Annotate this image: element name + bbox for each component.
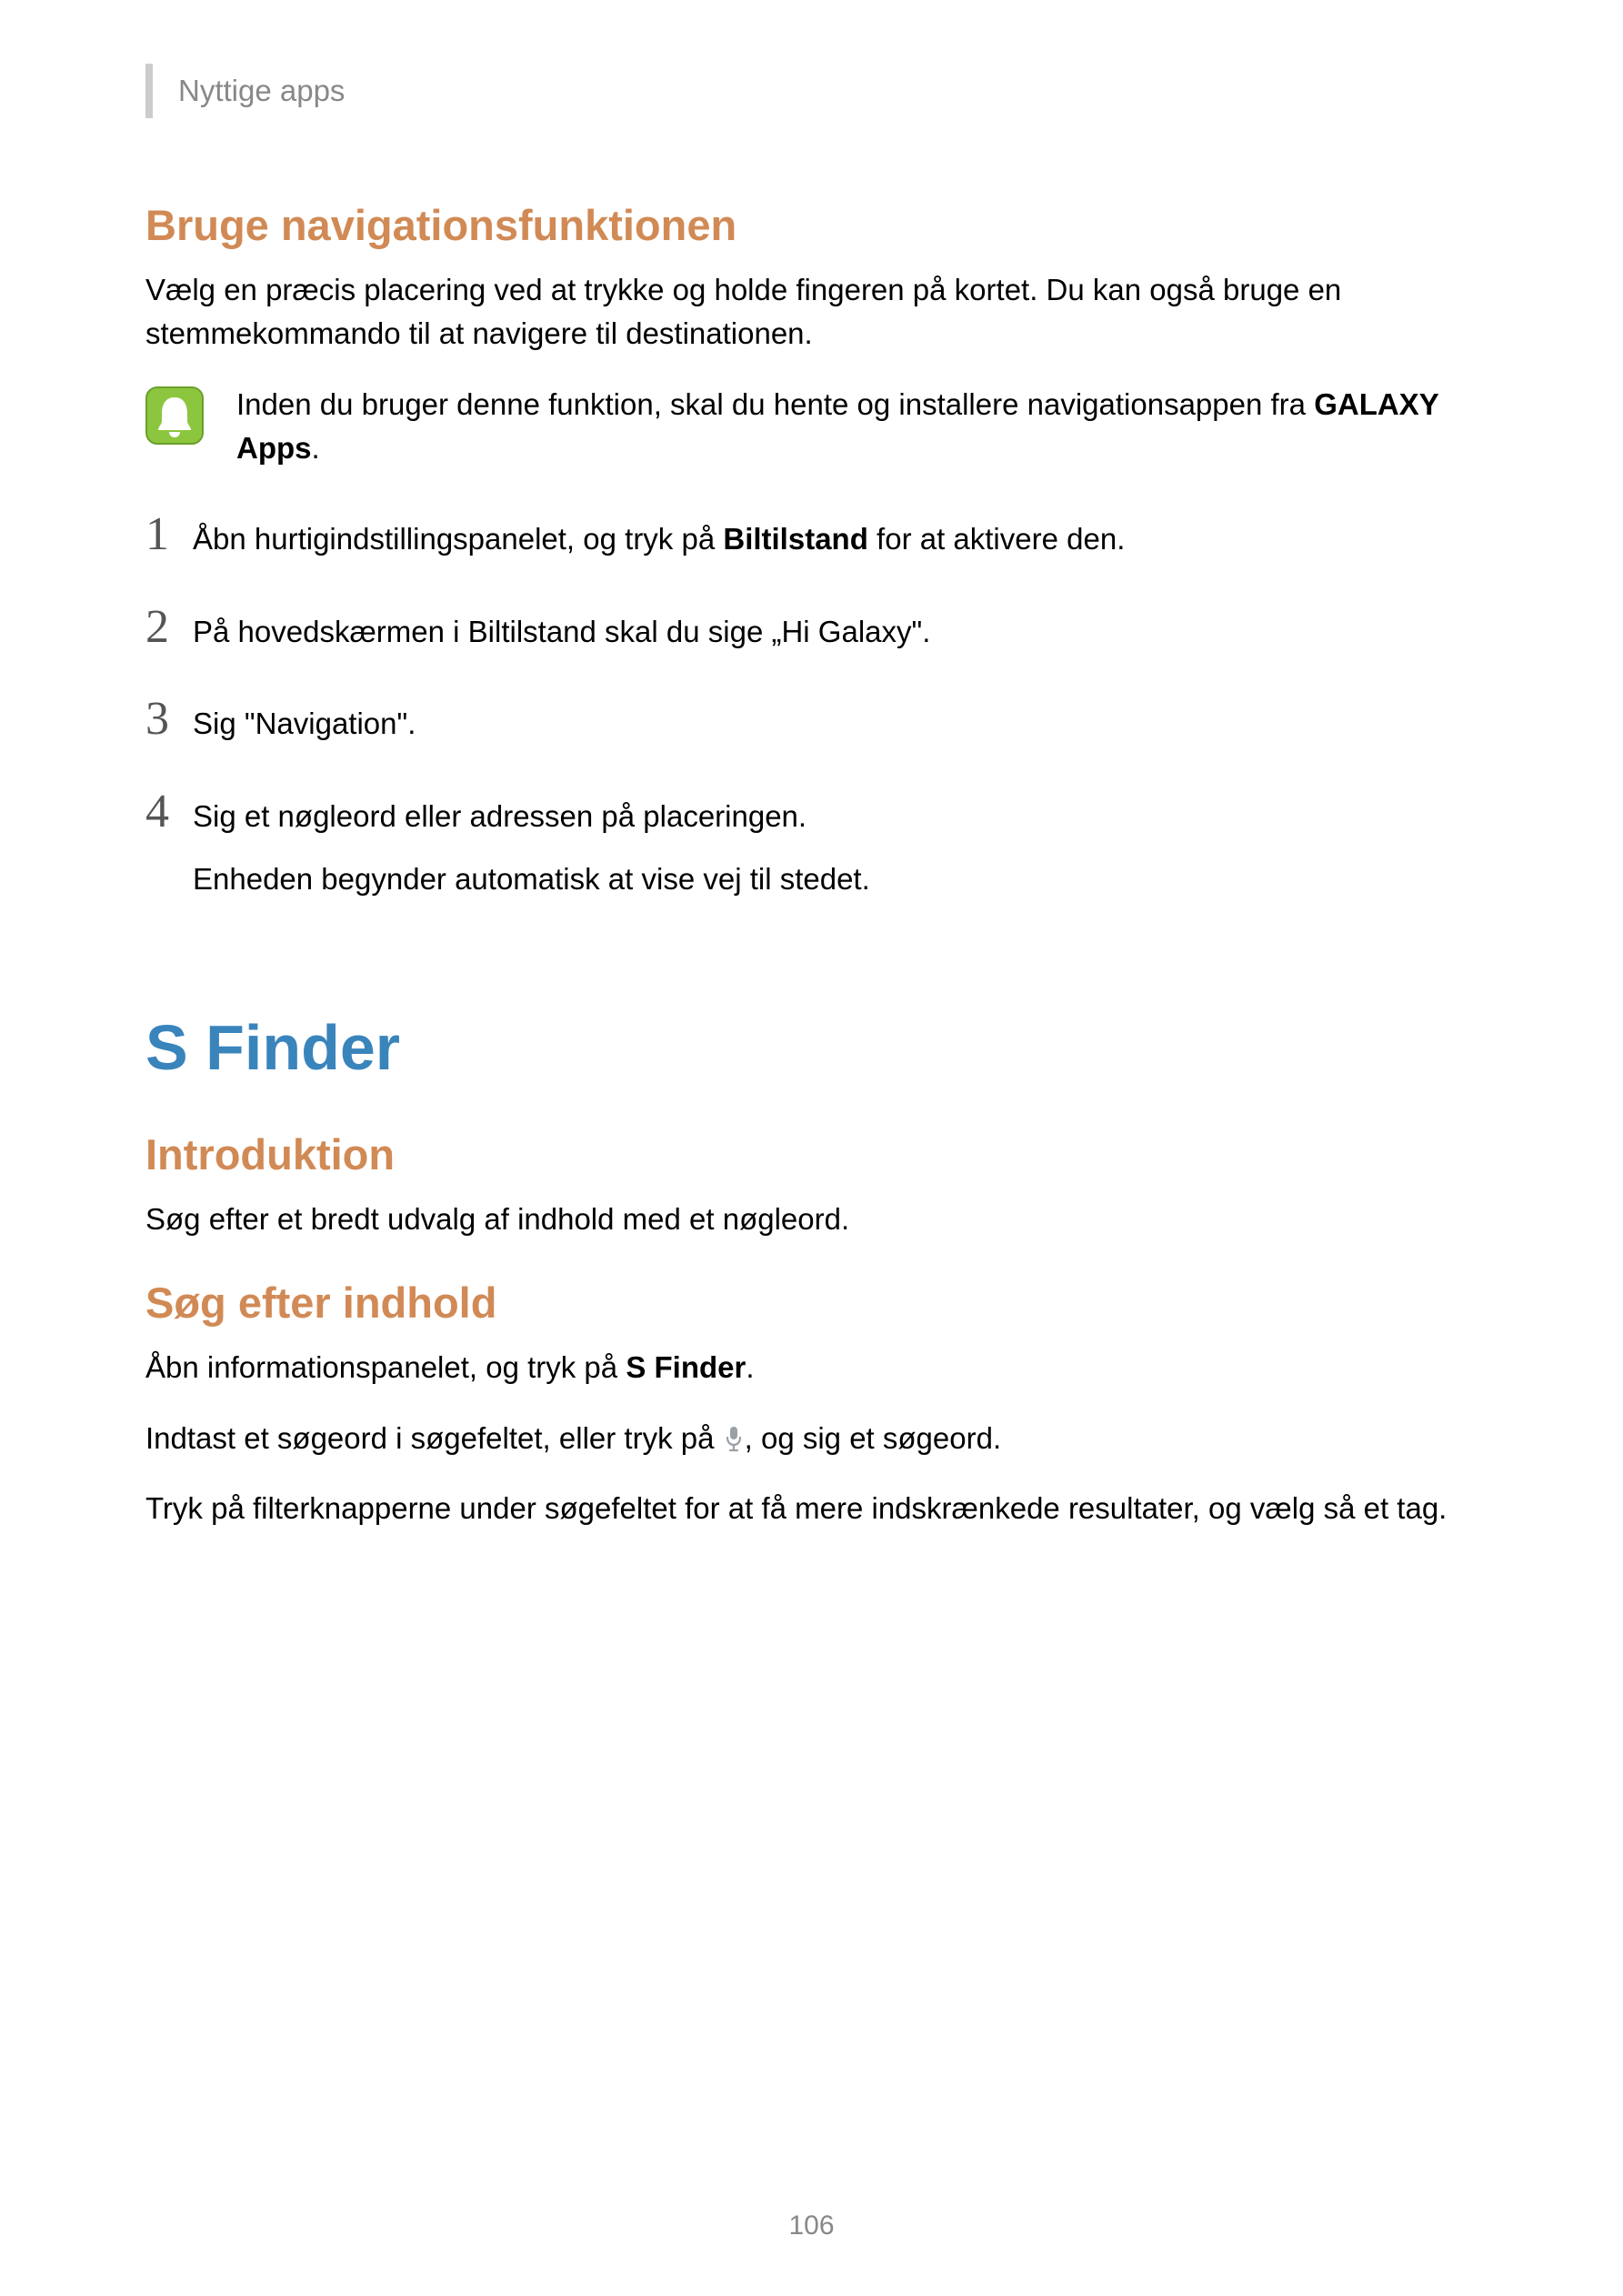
step-4: 4 Sig et nøgleord eller adressen på plac… — [145, 788, 1478, 902]
p1-bold: S Finder — [626, 1350, 746, 1384]
section-title: Nyttige apps — [178, 74, 345, 108]
heading-sfinder: S Finder — [145, 1011, 1478, 1084]
p2-post: , og sig et søgeord. — [745, 1421, 1001, 1455]
step-1: 1 Åbn hurtigindstillingspanelet, og tryk… — [145, 511, 1478, 562]
step-number: 3 — [145, 696, 193, 743]
page-header: Nyttige apps — [145, 64, 1478, 118]
step-4-line1: Sig et nøgleord eller adressen på placer… — [193, 799, 806, 833]
step-text: Sig et nøgleord eller adressen på placer… — [193, 794, 870, 902]
step-1-pre: Åbn hurtigindstillingspanelet, og tryk p… — [193, 522, 723, 556]
heading-search: Søg efter indhold — [145, 1278, 1478, 1328]
p1-pre: Åbn informationspanelet, og tryk på — [145, 1350, 626, 1384]
intro-text: Søg efter et bredt udvalg af indhold med… — [145, 1198, 1478, 1241]
microphone-icon — [723, 1420, 745, 1448]
note-block: Inden du bruger denne funktion, skal du … — [145, 383, 1478, 470]
note-pre: Inden du bruger denne funktion, skal du … — [236, 387, 1314, 421]
step-number: 4 — [145, 788, 193, 836]
bell-icon — [145, 386, 204, 445]
step-text: Åbn hurtigindstillingspanelet, og tryk p… — [193, 516, 1125, 562]
note-text: Inden du bruger denne funktion, skal du … — [236, 383, 1478, 470]
search-p3: Tryk på filterknapperne under søgefeltet… — [145, 1487, 1478, 1530]
p1-post: . — [746, 1350, 754, 1384]
step-number: 2 — [145, 604, 193, 651]
nav-intro: Vælg en præcis placering ved at trykke o… — [145, 268, 1478, 356]
step-2: 2 På hovedskærmen i Biltilstand skal du … — [145, 604, 1478, 655]
step-1-post: for at aktivere den. — [868, 522, 1125, 556]
page-number: 106 — [0, 2211, 1623, 2241]
header-divider — [145, 64, 153, 118]
search-p2: Indtast et søgeord i søgefeltet, eller t… — [145, 1417, 1478, 1460]
note-post: . — [312, 431, 320, 465]
heading-intro: Introduktion — [145, 1129, 1478, 1179]
step-text: På hovedskærmen i Biltilstand skal du si… — [193, 609, 930, 655]
step-1-bold: Biltilstand — [723, 522, 868, 556]
step-text: Sig "Navigation". — [193, 701, 416, 747]
step-number: 1 — [145, 511, 193, 558]
p2-pre: Indtast et søgeord i søgefeltet, eller t… — [145, 1421, 723, 1455]
step-4-line2: Enheden begynder automatisk at vise vej … — [193, 857, 870, 902]
document-page: Nyttige apps Bruge navigationsfunktionen… — [0, 0, 1623, 2296]
step-3: 3 Sig "Navigation". — [145, 696, 1478, 747]
search-p1: Åbn informationspanelet, og tryk på S Fi… — [145, 1346, 1478, 1389]
heading-nav: Bruge navigationsfunktionen — [145, 200, 1478, 250]
